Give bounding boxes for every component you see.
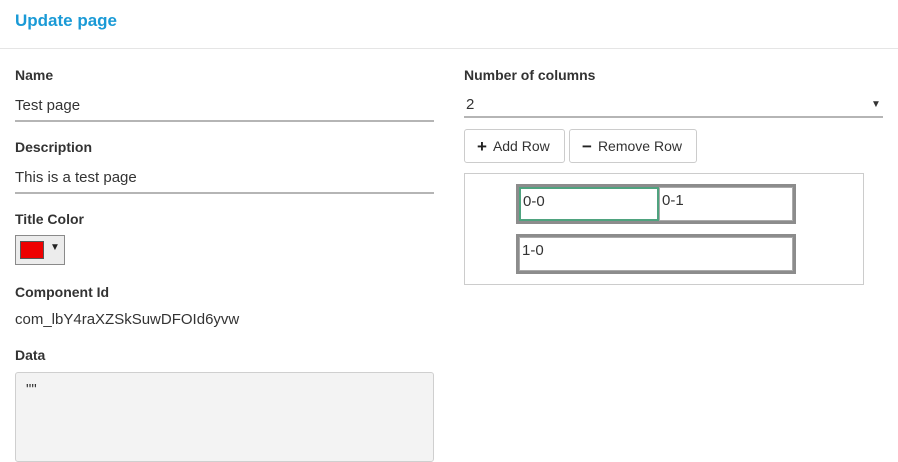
add-row-button[interactable]: + Add Row bbox=[464, 129, 565, 163]
component-id-label: Component Id bbox=[15, 284, 110, 300]
remove-row-button[interactable]: − Remove Row bbox=[569, 129, 697, 163]
layout-cell[interactable]: 0-0 bbox=[519, 187, 659, 221]
title-color-label: Title Color bbox=[15, 211, 84, 227]
columns-label: Number of columns bbox=[464, 67, 596, 83]
layout-cell[interactable]: 0-1 bbox=[659, 187, 793, 221]
name-input[interactable]: Test page bbox=[15, 97, 80, 114]
page-header: Update page bbox=[0, 0, 898, 49]
component-id-value: com_lbY4raXZSkSuwDFOId6yvw bbox=[15, 311, 240, 328]
description-input[interactable]: This is a test page bbox=[15, 169, 137, 186]
remove-row-label: Remove Row bbox=[597, 138, 682, 154]
add-row-label: Add Row bbox=[492, 138, 550, 154]
page-title: Update page bbox=[15, 11, 118, 30]
minus-icon: − bbox=[582, 136, 592, 156]
name-label: Name bbox=[15, 67, 54, 83]
data-textarea-value: "" bbox=[26, 381, 37, 398]
data-label: Data bbox=[15, 347, 46, 363]
color-swatch bbox=[20, 241, 44, 259]
caret-down-icon: ▼ bbox=[871, 99, 881, 110]
title-color-picker[interactable]: ▼ bbox=[15, 235, 65, 265]
layout-row: 0-0 0-1 bbox=[516, 184, 796, 224]
data-textarea[interactable]: "" bbox=[15, 372, 434, 462]
name-input-underline bbox=[15, 120, 434, 122]
description-input-underline bbox=[15, 192, 434, 194]
caret-down-icon: ▼ bbox=[50, 242, 60, 253]
layout-grid-panel: 0-0 0-1 1-0 bbox=[464, 173, 864, 285]
layout-row: 1-0 bbox=[516, 234, 796, 274]
layout-cell[interactable]: 1-0 bbox=[519, 237, 793, 271]
columns-select[interactable]: 2 bbox=[466, 96, 474, 113]
columns-select-underline bbox=[464, 116, 883, 118]
plus-icon: + bbox=[477, 136, 487, 156]
description-label: Description bbox=[15, 139, 93, 155]
